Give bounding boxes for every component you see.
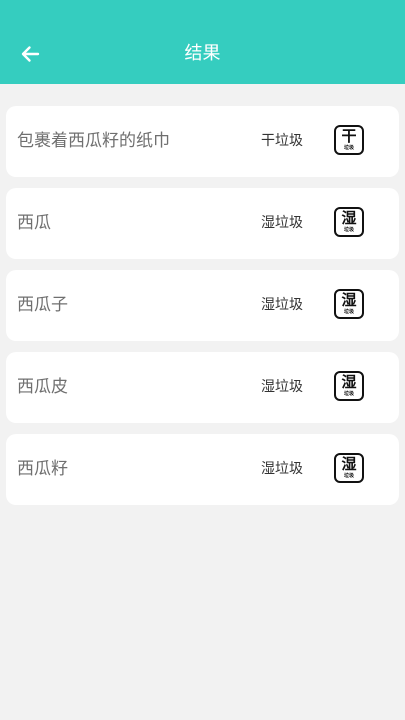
item-category: 湿垃圾 — [261, 461, 303, 477]
result-item[interactable]: 西瓜籽 湿垃圾 湿 垃圾 — [6, 434, 399, 505]
result-list: 包裹着西瓜籽的纸巾 干垃圾 干 垃圾 西瓜 湿垃圾 湿 垃圾 西瓜子 湿垃圾 湿… — [6, 106, 399, 516]
badge-sub-text: 垃圾 — [343, 473, 354, 479]
item-name: 西瓜子 — [17, 295, 68, 315]
result-item[interactable]: 西瓜皮 湿垃圾 湿 垃圾 — [6, 352, 399, 423]
badge-main-text: 湿 — [341, 455, 357, 473]
item-category: 湿垃圾 — [261, 215, 303, 231]
wet-waste-icon: 湿 垃圾 — [334, 371, 364, 401]
item-category: 干垃圾 — [261, 133, 303, 149]
badge-sub-text: 垃圾 — [343, 391, 354, 397]
wet-waste-icon: 湿 垃圾 — [334, 207, 364, 237]
item-name: 包裹着西瓜籽的纸巾 — [17, 131, 170, 151]
app-header: 结果 — [0, 0, 405, 84]
wet-waste-icon: 湿 垃圾 — [334, 453, 364, 483]
badge-main-text: 湿 — [341, 209, 357, 227]
badge-main-text: 干 — [341, 127, 357, 145]
badge-sub-text: 垃圾 — [343, 227, 354, 233]
badge-main-text: 湿 — [341, 373, 357, 391]
result-item[interactable]: 西瓜子 湿垃圾 湿 垃圾 — [6, 270, 399, 341]
item-category: 湿垃圾 — [261, 379, 303, 395]
result-item[interactable]: 包裹着西瓜籽的纸巾 干垃圾 干 垃圾 — [6, 106, 399, 177]
page-title: 结果 — [184, 43, 221, 64]
badge-main-text: 湿 — [341, 291, 357, 309]
badge-sub-text: 垃圾 — [343, 309, 354, 315]
result-item[interactable]: 西瓜 湿垃圾 湿 垃圾 — [6, 188, 399, 259]
wet-waste-icon: 湿 垃圾 — [334, 289, 364, 319]
dry-waste-icon: 干 垃圾 — [334, 125, 364, 155]
item-category: 湿垃圾 — [261, 297, 303, 313]
item-name: 西瓜皮 — [17, 377, 68, 397]
item-name: 西瓜 — [17, 213, 51, 233]
badge-sub-text: 垃圾 — [343, 145, 354, 151]
item-name: 西瓜籽 — [17, 459, 68, 479]
